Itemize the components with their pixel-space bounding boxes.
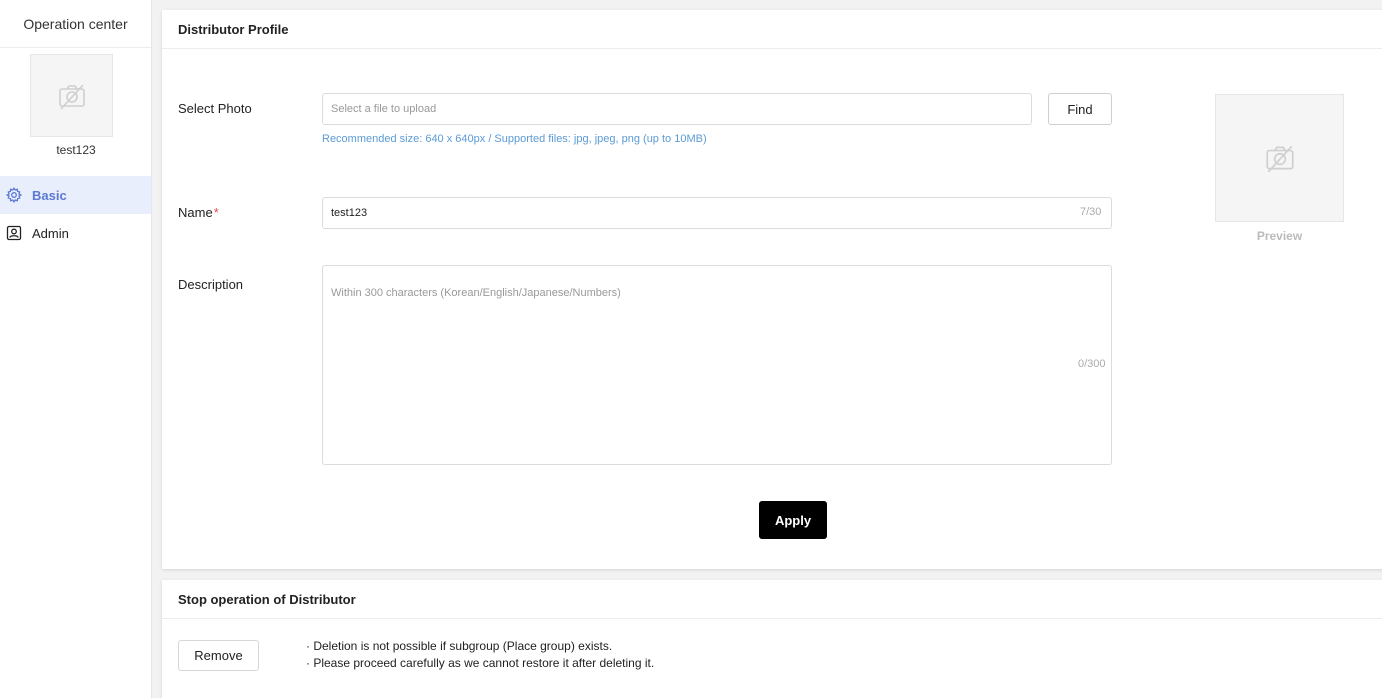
sidebar-username: test123 xyxy=(56,143,96,157)
photo-file-input[interactable]: Select a file to upload xyxy=(322,93,1032,125)
name-label: Name* xyxy=(178,205,219,220)
name-label-text: Name xyxy=(178,205,213,220)
photo-hint: Recommended size: 640 x 640px / Supporte… xyxy=(322,133,707,145)
name-value: test123 xyxy=(331,207,368,219)
description-counter: 0/300 xyxy=(1078,358,1106,370)
no-image-icon xyxy=(58,83,85,110)
avatar xyxy=(30,54,113,137)
sidebar-item-label: Admin xyxy=(32,225,69,241)
remove-note: · Deletion is not possible if subgroup (… xyxy=(306,639,613,653)
remove-button[interactable]: Remove xyxy=(178,640,259,671)
sidebar-item-label: Basic xyxy=(32,187,67,203)
sidebar: Operation center test123 Basic Admin xyxy=(0,0,152,698)
sidebar-item-basic[interactable]: Basic xyxy=(0,176,151,214)
description-placeholder: Within 300 characters (Korean/English/Ja… xyxy=(331,287,621,299)
stop-operation-card: Stop operation of Distributor Remove · D… xyxy=(162,580,1382,698)
preview-image xyxy=(1215,94,1344,222)
profile-title: Distributor Profile xyxy=(162,10,1382,49)
sidebar-title: Operation center xyxy=(0,0,151,48)
remove-note: · Please proceed carefully as we cannot … xyxy=(306,656,655,670)
remove-notes: · Deletion is not possible if subgroup (… xyxy=(306,638,654,672)
apply-button[interactable]: Apply xyxy=(759,501,827,539)
stop-operation-title: Stop operation of Distributor xyxy=(162,580,1382,619)
photo-placeholder: Select a file to upload xyxy=(331,103,437,115)
no-image-icon xyxy=(1265,145,1294,173)
name-input[interactable]: test123 xyxy=(322,197,1112,229)
photo-label: Select Photo xyxy=(178,101,252,116)
preview-label: Preview xyxy=(1256,229,1303,243)
gear-icon xyxy=(6,187,22,203)
required-marker: * xyxy=(213,205,219,220)
name-counter: 7/30 xyxy=(1080,206,1102,218)
description-textarea[interactable]: Within 300 characters (Korean/English/Ja… xyxy=(322,265,1112,465)
profile-card: Distributor Profile Select Photo Select … xyxy=(162,10,1382,569)
sidebar-item-admin[interactable]: Admin xyxy=(0,214,151,252)
user-badge-icon xyxy=(6,225,22,241)
find-button[interactable]: Find xyxy=(1048,93,1112,125)
description-label: Description xyxy=(178,277,244,292)
